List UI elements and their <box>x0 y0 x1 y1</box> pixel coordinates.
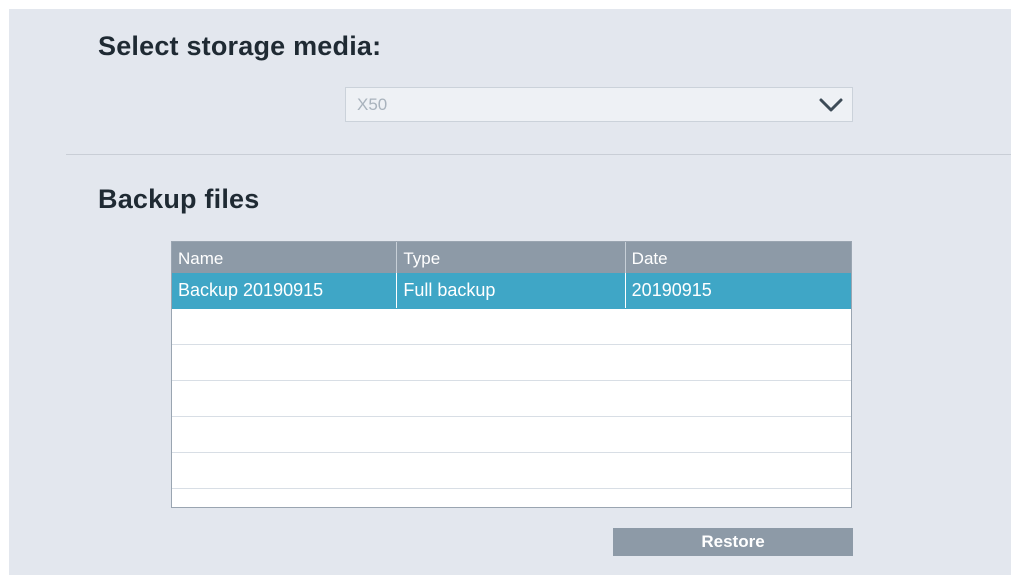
empty-table-row <box>172 381 851 417</box>
restore-button[interactable]: Restore <box>613 528 853 556</box>
cell-type: Full backup <box>397 273 626 308</box>
storage-media-selected: X50 <box>357 95 388 114</box>
column-header-date[interactable]: Date <box>626 242 851 273</box>
storage-media-dropdown[interactable]: X50 <box>345 87 853 122</box>
column-header-type[interactable]: Type <box>397 242 626 273</box>
table-header: Name Type Date <box>172 242 851 273</box>
chevron-down-icon[interactable] <box>818 96 844 114</box>
cell-date: 20190915 <box>631 280 712 300</box>
empty-table-row <box>172 453 851 489</box>
empty-table-row <box>172 417 851 453</box>
table-row[interactable]: Backup 20190915 Full backup 20190915 <box>172 273 851 309</box>
storage-media-heading: Select storage media: <box>98 31 382 61</box>
backup-restore-panel: Select storage media: X50 Backup files N… <box>9 9 1011 575</box>
empty-table-row <box>172 345 851 381</box>
section-divider <box>66 154 1011 155</box>
backup-files-table: Name Type Date Backup 20190915 Full back… <box>171 241 852 508</box>
empty-table-row <box>172 309 851 345</box>
backup-files-heading: Backup files <box>98 184 260 214</box>
cell-name: Backup 20190915 <box>172 273 398 308</box>
column-header-name[interactable]: Name <box>172 242 398 273</box>
